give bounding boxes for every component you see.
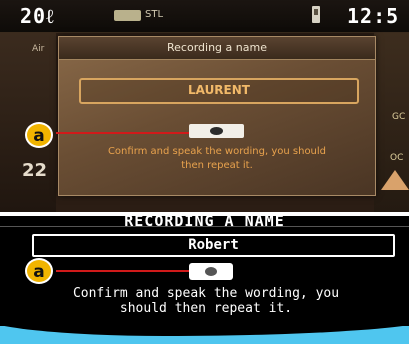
- radio-source-icon: [114, 10, 141, 21]
- display-photo: 20ℓ STL 12:5 Air 22 GC OC Recording a na…: [0, 0, 409, 212]
- record-icon: [210, 127, 223, 135]
- phone-icon: [312, 6, 320, 23]
- background-right-label: OC: [390, 153, 404, 163]
- callout-leader-line: [56, 132, 189, 134]
- instruction-line: should then repeat it.: [119, 301, 293, 316]
- callout-leader-line: [56, 270, 189, 272]
- name-value: LAURENT: [188, 83, 250, 97]
- background-left-value: 22: [22, 160, 48, 181]
- background-right-label: GC: [392, 112, 406, 122]
- recording-dialog: Recording a name LAURENT Confirm and spe…: [58, 36, 376, 196]
- dialog-title: Recording a name: [167, 41, 267, 54]
- background-right-arrow-icon: [381, 170, 409, 190]
- instruction-text: Confirm and speak the wording, you shoul…: [30, 286, 382, 316]
- record-button[interactable]: [189, 263, 233, 280]
- record-icon: [205, 267, 217, 276]
- footer-band: [0, 316, 409, 344]
- background-left-label: Air: [32, 44, 45, 54]
- background-left-panel: [0, 33, 56, 212]
- clock: 12:5: [347, 4, 400, 28]
- temperature-readout: 20ℓ: [20, 4, 55, 28]
- name-value: Robert: [188, 237, 239, 253]
- screen-title: RECORDING A NAME: [124, 216, 285, 230]
- dialog-header: Recording a name: [59, 37, 375, 60]
- callout-badge-a: a: [25, 258, 53, 284]
- radio-station-label: STL: [145, 9, 164, 20]
- instruction-line: Confirm and speak the wording, you: [72, 286, 340, 301]
- status-bar: 20ℓ STL 12:5: [0, 0, 409, 33]
- instruction-text: Confirm and speak the wording, you shoul…: [107, 146, 327, 171]
- name-field[interactable]: Robert: [32, 234, 395, 257]
- screen-render: RECORDING A NAME Robert Confirm and spea…: [0, 216, 409, 344]
- name-field[interactable]: LAURENT: [79, 78, 359, 104]
- callout-badge-a: a: [25, 122, 53, 148]
- record-button[interactable]: [189, 124, 244, 138]
- title-divider: [0, 226, 409, 227]
